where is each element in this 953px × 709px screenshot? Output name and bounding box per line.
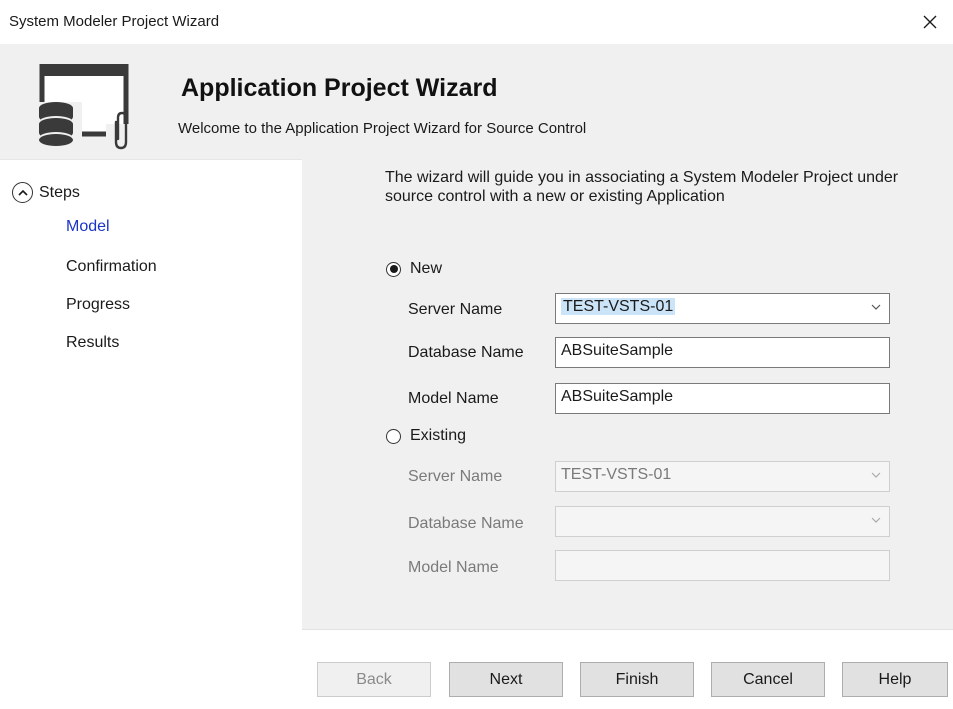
step-results: Results (66, 334, 120, 351)
steps-heading: Steps (39, 183, 80, 201)
chevron-up-icon (17, 189, 28, 196)
database-attachment-icon (36, 61, 134, 150)
cancel-button[interactable]: Cancel (711, 662, 825, 697)
back-button[interactable]: Back (317, 662, 431, 697)
existing-database-select[interactable] (555, 506, 890, 537)
wizard-logo (36, 61, 134, 155)
existing-server-label: Server Name (408, 468, 503, 485)
existing-radio[interactable] (386, 428, 401, 444)
finish-button[interactable]: Finish (580, 662, 694, 697)
existing-label: Existing (410, 427, 467, 444)
chevron-down-icon (871, 517, 881, 523)
new-model-label: Model Name (408, 390, 499, 407)
intro-text: The wizard will guide you in associating… (385, 169, 899, 205)
steps-header[interactable]: Steps (12, 182, 80, 203)
new-database-label: Database Name (408, 344, 524, 361)
wizard-content: The wizard will guide you in associating… (302, 159, 953, 629)
close-button[interactable] (907, 0, 953, 44)
existing-model-field[interactable] (555, 550, 890, 581)
step-progress: Progress (66, 296, 131, 313)
new-server-select[interactable]: TEST-VSTS-01 (555, 293, 890, 324)
wizard-title: Application Project Wizard (181, 74, 498, 102)
existing-server-value: TEST-VSTS-01 (561, 466, 672, 483)
step-confirmation: Confirmation (66, 258, 157, 275)
chevron-down-icon (871, 304, 881, 310)
steps-sidebar: Steps Model Confirmation Progress Result… (0, 159, 302, 709)
new-radio[interactable] (386, 261, 401, 277)
wizard-subtitle: Welcome to the Application Project Wizar… (178, 120, 587, 137)
new-option[interactable]: New (386, 260, 442, 278)
new-database-field[interactable]: ABSuiteSample (555, 337, 890, 368)
button-bar-divider (302, 629, 953, 630)
existing-database-label: Database Name (408, 515, 524, 532)
new-server-value: TEST-VSTS-01 (561, 298, 676, 315)
existing-option[interactable]: Existing (386, 427, 466, 445)
close-icon (923, 15, 937, 29)
new-server-label: Server Name (408, 301, 503, 318)
title-bar: System Modeler Project Wizard (0, 0, 953, 44)
help-button[interactable]: Help (842, 662, 948, 697)
existing-model-label: Model Name (408, 559, 499, 576)
collapse-toggle[interactable] (12, 182, 33, 203)
step-model: Model (66, 218, 110, 235)
wizard-header: Application Project Wizard Welcome to th… (0, 44, 953, 159)
chevron-down-icon (871, 472, 881, 478)
new-model-field[interactable]: ABSuiteSample (555, 383, 890, 414)
new-label: New (410, 260, 443, 277)
existing-server-select[interactable]: TEST-VSTS-01 (555, 461, 890, 492)
next-button[interactable]: Next (449, 662, 563, 697)
window-title: System Modeler Project Wizard (9, 13, 220, 30)
radio-selected-dot (389, 265, 398, 273)
